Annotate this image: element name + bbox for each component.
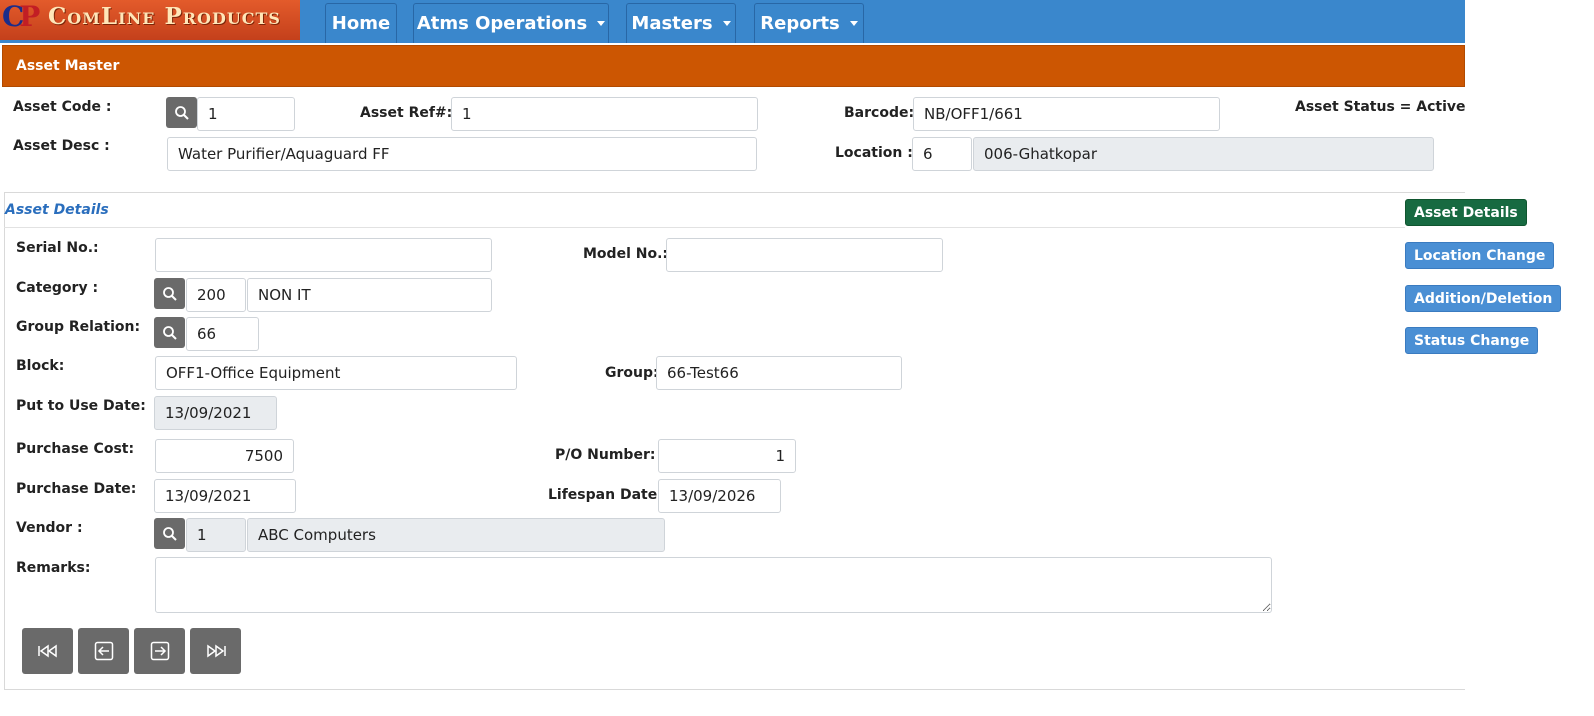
company-logo[interactable]: CP ComLine Products [0,0,300,40]
tab-asset-details[interactable]: Asset Details [1405,199,1527,226]
barcode-label: Barcode: [844,105,915,121]
purchase-date-input[interactable]: 13/09/2021 [154,479,296,513]
vendor-label: Vendor : [16,520,83,536]
group-relation-input[interactable]: 66 [186,317,259,351]
location-name-field: 006-Ghatkopar [973,137,1434,171]
block-input[interactable]: OFF1-Office Equipment [155,356,517,390]
po-number-label: P/O Number: [555,447,656,463]
logo-initial-c: C [2,0,24,33]
category-code-input[interactable]: 200 [186,278,246,312]
group-label: Group: [605,365,659,381]
barcode-input[interactable]: NB/OFF1/661 [913,97,1220,131]
nav-reports-label: Reports [760,13,840,34]
asset-code-label: Asset Code : [13,99,112,115]
purchase-date-label: Purchase Date: [16,481,137,497]
logo-initials: CP [2,0,40,33]
model-no-input[interactable] [666,238,943,272]
put-to-use-date-field: 13/09/2021 [154,396,277,430]
search-icon [162,325,177,340]
search-icon [162,526,177,541]
category-label: Category : [16,280,99,296]
chevron-down-icon [849,21,858,26]
serial-no-input[interactable] [155,238,492,272]
remarks-textarea[interactable] [155,557,1272,613]
nav-atms-operations[interactable]: Atms Operations [413,3,609,43]
vendor-search-button[interactable] [154,518,185,549]
last-record-button[interactable] [190,628,241,674]
page-title: Asset Master [16,58,120,74]
location-code-input[interactable]: 6 [912,137,972,171]
next-record-icon [150,641,169,661]
group-input[interactable]: 66-Test66 [656,356,902,390]
purchase-cost-label: Purchase Cost: [16,441,135,457]
asset-ref-label: Asset Ref#: [360,105,453,121]
asset-desc-input[interactable]: Water Purifier/Aquaguard FF [167,137,757,171]
put-to-use-date-label: Put to Use Date: [16,398,146,414]
asset-code-search-button[interactable] [166,97,197,128]
purchase-cost-input[interactable]: 7500 [155,439,294,473]
lifespan-date-input[interactable]: 13/09/2026 [658,479,781,513]
nav-home[interactable]: Home [325,3,397,43]
group-relation-search-button[interactable] [154,317,185,348]
category-name-field: NON IT [247,278,492,312]
block-label: Block: [16,358,65,374]
nav-masters[interactable]: Masters [626,3,736,43]
nav-home-label: Home [331,13,391,34]
last-record-icon [206,644,226,658]
previous-record-button[interactable] [78,628,129,674]
nav-atms-operations-label: Atms Operations [416,13,588,34]
lifespan-date-label: Lifespan Date: [548,487,663,503]
page-title-bar: Asset Master [2,45,1465,87]
asset-ref-input[interactable]: 1 [451,97,758,131]
search-icon [174,105,189,120]
nav-reports[interactable]: Reports [754,3,864,43]
previous-record-icon [94,641,113,661]
first-record-icon [37,644,57,658]
first-record-button[interactable] [22,628,73,674]
asset-status-text: Asset Status = Active [1295,99,1466,115]
vendor-name-field: ABC Computers [247,518,665,552]
panel-divider [4,227,1405,228]
group-relation-label: Group Relation: [16,319,141,335]
asset-details-section-title: Asset Details [5,202,109,218]
category-search-button[interactable] [154,278,185,309]
chevron-down-icon [597,21,606,26]
vendor-code-field: 1 [186,518,246,552]
tab-status-change[interactable]: Status Change [1405,327,1539,354]
next-record-button[interactable] [134,628,185,674]
asset-code-input[interactable]: 1 [197,97,295,131]
model-no-label: Model No.: [583,246,668,262]
logo-text: ComLine Products [48,3,281,30]
location-label: Location : [835,145,913,161]
top-navbar: CP ComLine Products Home Atms Operations… [0,0,1465,43]
tab-location-change[interactable]: Location Change [1405,242,1555,269]
search-icon [162,286,177,301]
po-number-input[interactable]: 1 [658,439,796,473]
remarks-label: Remarks: [16,560,91,576]
chevron-down-icon [722,21,731,26]
logo-initial-p: P [19,0,40,33]
nav-masters-label: Masters [631,13,713,34]
serial-no-label: Serial No.: [16,240,99,256]
asset-desc-label: Asset Desc : [13,138,110,154]
tab-addition-deletion[interactable]: Addition/Deletion [1405,285,1562,312]
